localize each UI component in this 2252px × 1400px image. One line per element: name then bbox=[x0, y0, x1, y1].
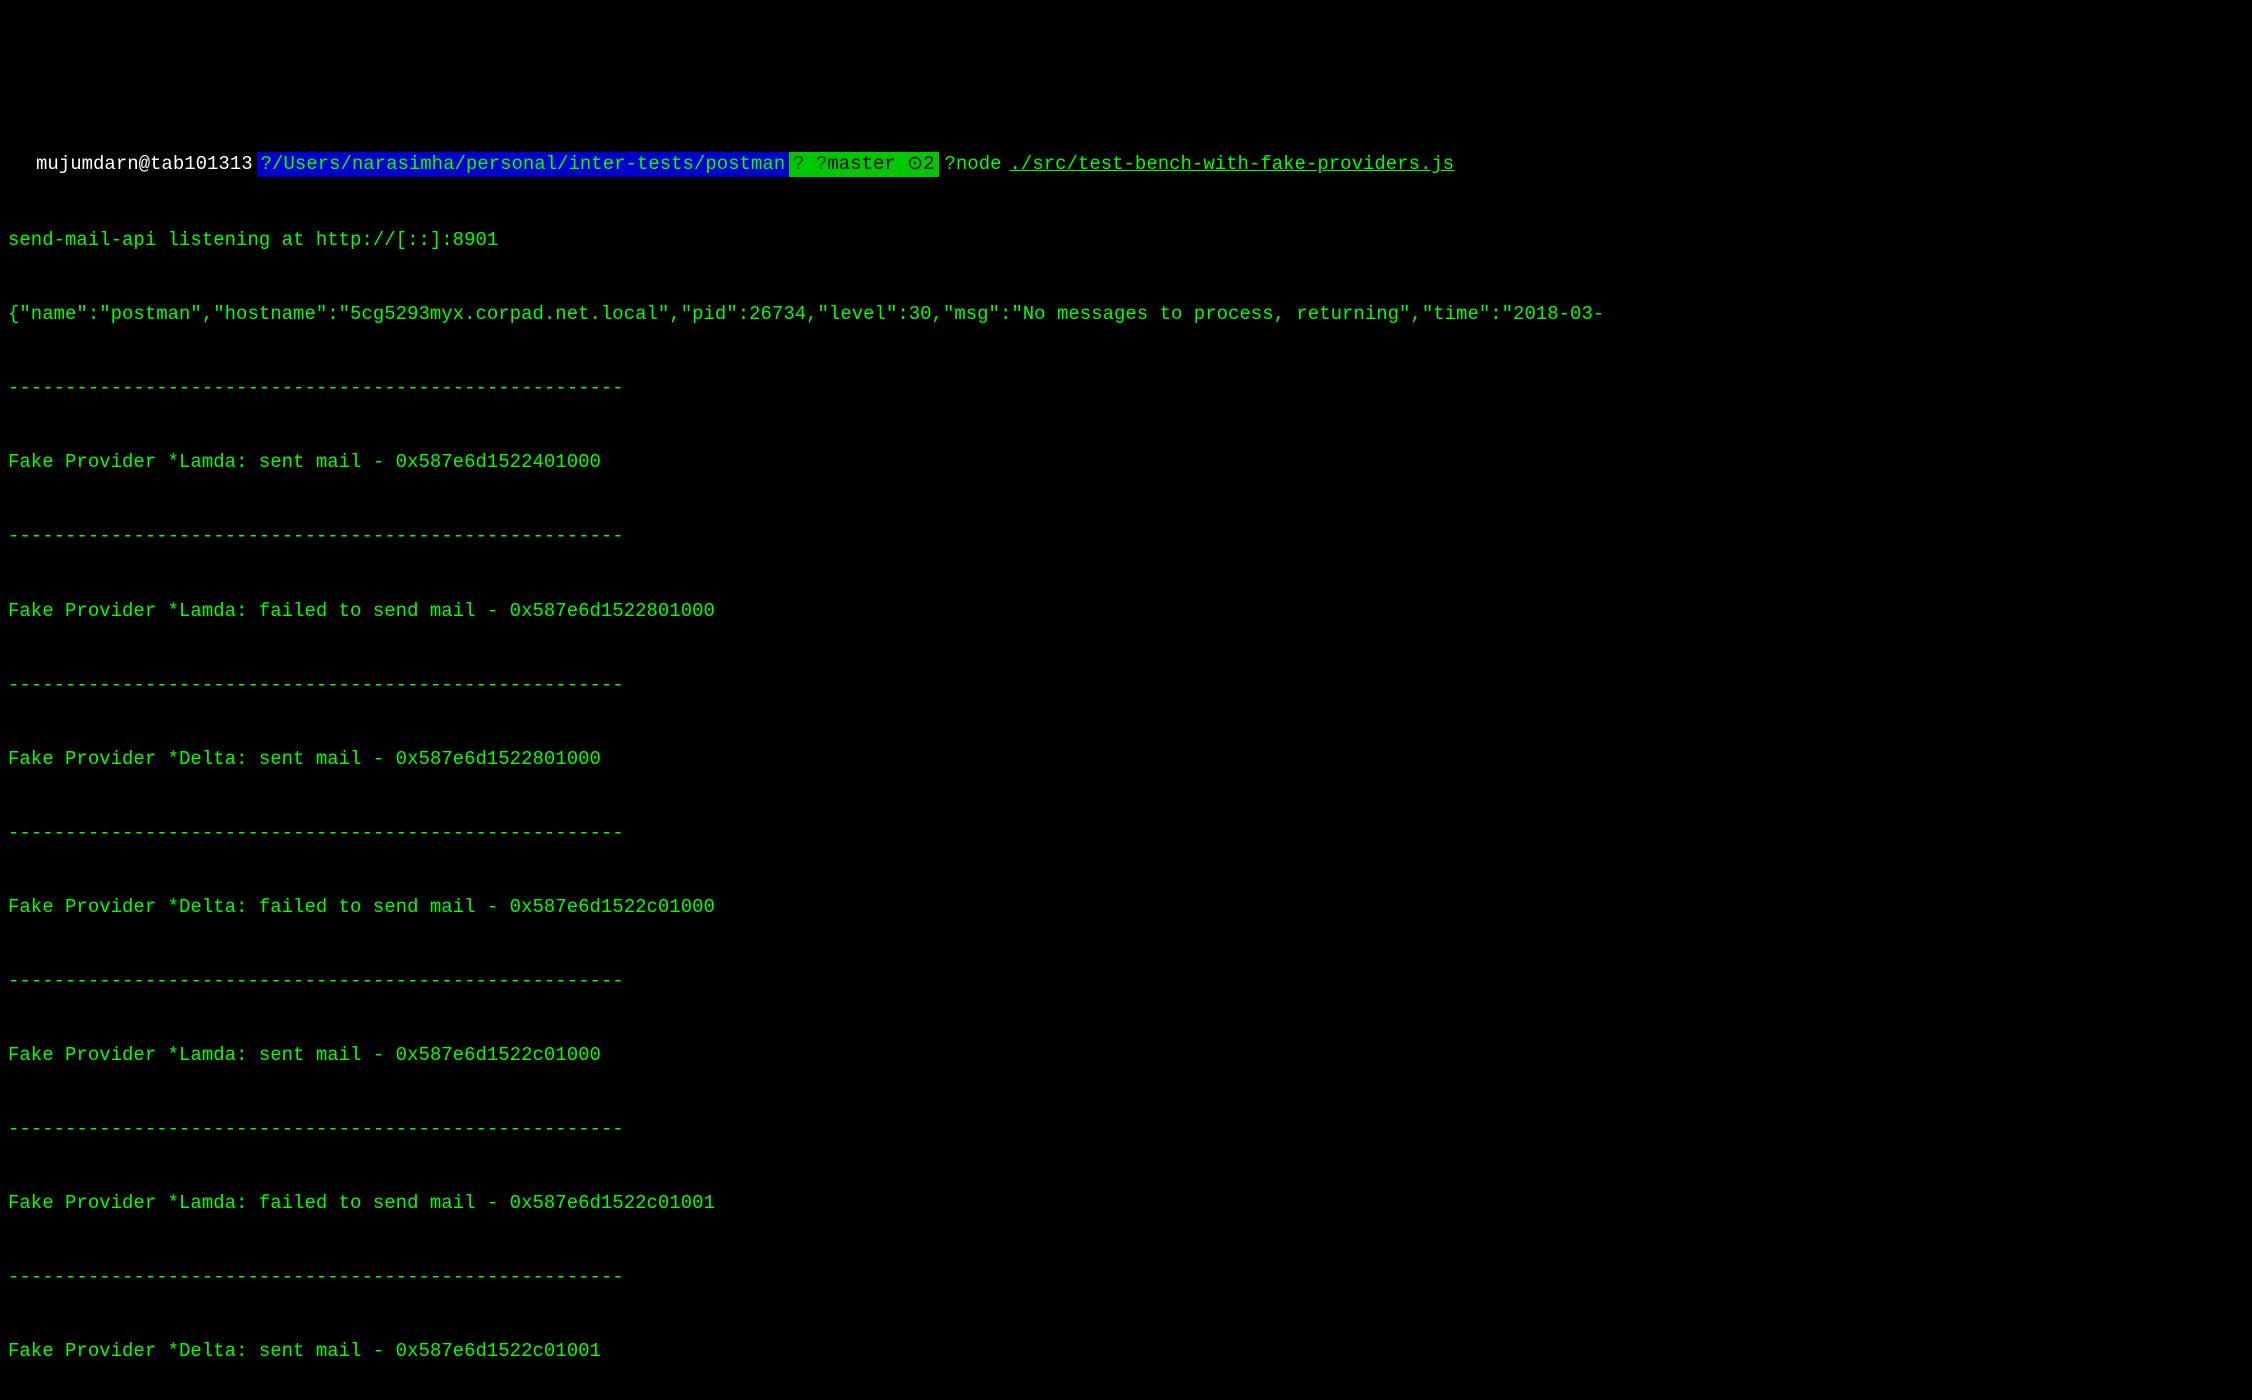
output-separator: ----------------------------------------… bbox=[8, 524, 2252, 549]
terminal-window[interactable]: mujumdarn@tab101313 ?/Users/narasimha/pe… bbox=[0, 99, 2252, 1400]
git-branch-segment: ? ?master ⊙2 bbox=[789, 152, 938, 177]
output-line: Fake Provider *Delta: sent mail - 0x587e… bbox=[8, 747, 2252, 772]
output-separator: ----------------------------------------… bbox=[8, 969, 2252, 994]
branch-marker-icon: ? bbox=[793, 153, 804, 175]
cwd-path: /Users/narasimha/personal/inter-tests/po… bbox=[272, 153, 785, 175]
output-line: {"name":"postman","hostname":"5cg5293myx… bbox=[8, 302, 2252, 327]
branch-name: master ⊙2 bbox=[827, 153, 934, 175]
runtime-segment: ?node bbox=[939, 152, 1008, 177]
output-line: send-mail-api listening at http://[::]:8… bbox=[8, 228, 2252, 253]
output-line: Fake Provider *Lamda: failed to send mai… bbox=[8, 599, 2252, 624]
output-separator: ----------------------------------------… bbox=[8, 1117, 2252, 1142]
command-text[interactable]: ./src/test-bench-with-fake-providers.js bbox=[1008, 152, 1455, 177]
shell-prompt[interactable]: mujumdarn@tab101313 ?/Users/narasimha/pe… bbox=[8, 152, 2252, 177]
output-line: Fake Provider *Lamda: failed to send mai… bbox=[8, 1191, 2252, 1216]
output-separator: ----------------------------------------… bbox=[8, 1265, 2252, 1290]
output-separator: ----------------------------------------… bbox=[8, 821, 2252, 846]
output-line: Fake Provider *Delta: failed to send mai… bbox=[8, 895, 2252, 920]
runtime-marker-icon: ? bbox=[945, 153, 956, 175]
output-line: Fake Provider *Lamda: sent mail - 0x587e… bbox=[8, 1043, 2252, 1068]
output-separator: ----------------------------------------… bbox=[8, 673, 2252, 698]
path-segment: ?/Users/narasimha/personal/inter-tests/p… bbox=[257, 152, 790, 177]
runtime-name: node bbox=[956, 153, 1002, 175]
output-separator: ----------------------------------------… bbox=[8, 376, 2252, 401]
path-marker-icon: ? bbox=[261, 153, 272, 175]
user-host-segment: mujumdarn@tab101313 bbox=[8, 152, 257, 177]
branch-marker2-icon: ? bbox=[816, 153, 827, 175]
output-line: Fake Provider *Lamda: sent mail - 0x587e… bbox=[8, 450, 2252, 475]
output-line: Fake Provider *Delta: sent mail - 0x587e… bbox=[8, 1339, 2252, 1364]
